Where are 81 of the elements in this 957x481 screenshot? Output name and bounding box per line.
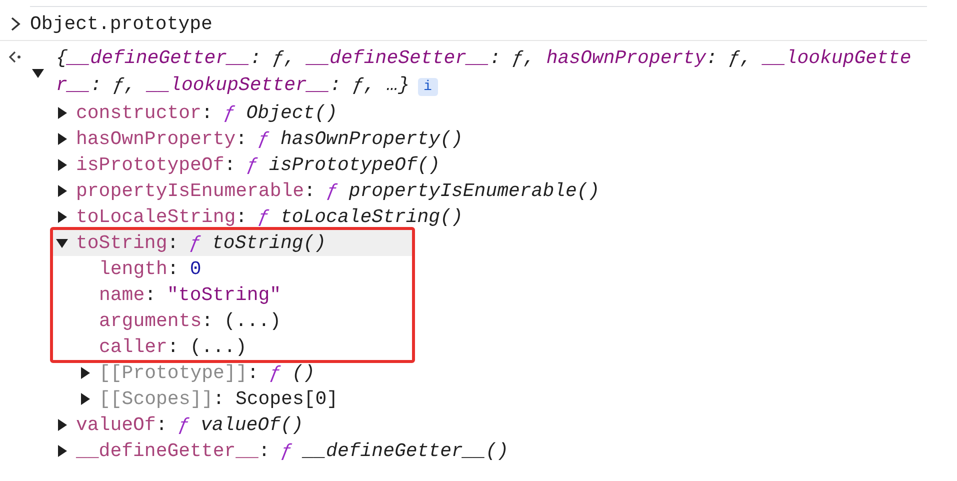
property-key: valueOf bbox=[76, 412, 156, 438]
collapse-triangle-icon[interactable] bbox=[56, 237, 68, 249]
colon: : bbox=[224, 153, 236, 178]
expand-triangle-icon[interactable] bbox=[56, 159, 68, 171]
colon: : bbox=[202, 309, 214, 334]
property-key: __defineGetter__ bbox=[76, 438, 258, 464]
property-key: caller bbox=[99, 334, 168, 360]
function-sign: ƒ bbox=[280, 439, 292, 464]
function-name: __defineGetter__() bbox=[303, 439, 508, 464]
tree-row[interactable]: isPrototypeOf: ƒ isPrototypeOf() bbox=[0, 152, 957, 178]
colon: : bbox=[247, 361, 259, 386]
property-key: constructor bbox=[76, 100, 202, 126]
colon: : bbox=[304, 179, 316, 204]
property-key: length bbox=[99, 256, 168, 282]
expand-triangle-icon[interactable] bbox=[56, 107, 68, 119]
tree-row[interactable]: toLocaleString: ƒ toLocaleString() bbox=[0, 204, 957, 230]
property-value: (...) bbox=[190, 335, 247, 360]
expand-triangle-icon[interactable] bbox=[56, 445, 68, 457]
colon: : bbox=[167, 257, 179, 282]
tree-row[interactable]: propertyIsEnumerable: ƒ propertyIsEnumerable() bbox=[0, 178, 957, 204]
function-sign: ƒ bbox=[258, 205, 270, 230]
function-sign: ƒ bbox=[246, 153, 258, 178]
property-key: propertyIsEnumerable bbox=[76, 178, 304, 204]
function-name: toLocaleString() bbox=[280, 205, 463, 230]
colon: : bbox=[236, 127, 248, 152]
tree-row[interactable]: name: "toString" bbox=[53, 282, 412, 308]
property-key: isPrototypeOf bbox=[76, 152, 224, 178]
tree-row[interactable]: constructor: ƒ Object() bbox=[0, 100, 957, 126]
property-key: [[Scopes]] bbox=[99, 386, 214, 412]
function-name: isPrototypeOf() bbox=[269, 153, 440, 178]
property-key: arguments bbox=[99, 308, 202, 334]
expand-triangle-icon[interactable] bbox=[56, 185, 68, 197]
highlighted-tree-row[interactable]: toString: ƒ toString() bbox=[53, 230, 412, 256]
expand-triangle-icon[interactable] bbox=[56, 419, 68, 431]
colon: : bbox=[156, 413, 168, 438]
tree-row[interactable]: hasOwnProperty: ƒ hasOwnProperty() bbox=[0, 126, 957, 152]
colon: : bbox=[236, 205, 248, 230]
colon: : bbox=[167, 231, 179, 256]
tree-row[interactable]: length: 0 bbox=[53, 256, 412, 282]
function-name: propertyIsEnumerable() bbox=[348, 179, 600, 204]
function-name: () bbox=[292, 361, 315, 386]
tree-row[interactable]: [[Scopes]]: Scopes[0] bbox=[0, 386, 957, 412]
expand-triangle-icon[interactable] bbox=[79, 367, 91, 379]
info-badge[interactable]: i bbox=[418, 78, 438, 96]
function-name: Object() bbox=[246, 101, 338, 126]
property-key: name bbox=[99, 282, 145, 308]
function-sign: ƒ bbox=[190, 231, 202, 256]
tree-row[interactable]: __defineGetter__: ƒ __defineGetter__() bbox=[0, 438, 957, 464]
property-key: hasOwnProperty bbox=[76, 126, 236, 152]
colon: : bbox=[213, 387, 224, 412]
expand-triangle-icon[interactable] bbox=[56, 211, 68, 223]
function-sign: ƒ bbox=[178, 413, 190, 438]
function-name: toString() bbox=[212, 231, 326, 256]
colon: : bbox=[144, 283, 156, 308]
function-sign: ƒ bbox=[270, 361, 282, 386]
property-key: toString bbox=[76, 230, 168, 256]
tree-row[interactable]: [[Prototype]]: ƒ () bbox=[0, 360, 957, 386]
prompt-chevron-icon bbox=[10, 16, 22, 32]
tree-row[interactable]: caller: (...) bbox=[53, 334, 412, 360]
colon: : bbox=[167, 335, 179, 360]
expand-triangle-icon[interactable] bbox=[79, 393, 91, 405]
tree-row[interactable]: arguments: (...) bbox=[53, 308, 412, 334]
function-sign: ƒ bbox=[326, 179, 338, 204]
command-text: Object.prototype bbox=[30, 12, 212, 36]
object-summary: {__defineGetter__: ƒ, __defineSetter__: ƒ, hasOwnProperty: ƒ, __lookupGetter__: ƒ, __lookupSetter__: ƒ, …} i bbox=[56, 46, 912, 98]
number-value: 0 bbox=[190, 257, 202, 282]
property-key: toLocaleString bbox=[76, 204, 236, 230]
collapse-triangle-icon[interactable] bbox=[32, 67, 44, 79]
function-sign: ƒ bbox=[224, 101, 236, 126]
colon: : bbox=[258, 439, 270, 464]
property-value: (...) bbox=[224, 309, 282, 334]
tree-row[interactable]: valueOf: ƒ valueOf() bbox=[0, 412, 957, 438]
colon: : bbox=[201, 101, 213, 126]
function-name: valueOf() bbox=[200, 413, 304, 438]
return-arrow-icon bbox=[8, 51, 22, 63]
property-key: [[Prototype]] bbox=[99, 360, 248, 386]
function-name: hasOwnProperty() bbox=[280, 127, 463, 152]
property-value: Scopes[0] bbox=[235, 387, 338, 412]
expand-triangle-icon[interactable] bbox=[56, 133, 68, 145]
string-value: "toString" bbox=[167, 283, 282, 308]
function-sign: ƒ bbox=[258, 127, 270, 152]
